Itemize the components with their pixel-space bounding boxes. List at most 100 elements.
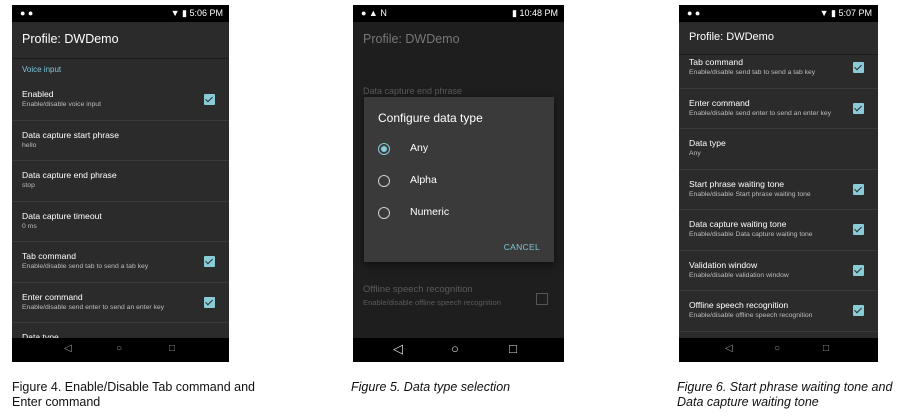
row-subtitle: Enable/disable send tab to send a tab ke… [689, 69, 816, 76]
page-title: Profile: DWDemo [689, 31, 774, 43]
checkbox-checked-icon[interactable] [204, 94, 215, 105]
checkbox-checked-icon[interactable] [853, 102, 864, 114]
back-icon[interactable]: ◁ [64, 343, 72, 354]
row-title: Data type [689, 138, 726, 148]
cancel-button[interactable]: CANCEL [504, 242, 540, 252]
figure-caption-5: Figure 5. Data type selection [351, 380, 511, 394]
checkbox-checked-icon[interactable] [853, 62, 864, 73]
row-title: Start phrase waiting tone [689, 178, 785, 189]
radio-option-alpha[interactable]: Alpha [378, 173, 538, 195]
settings-row[interactable]: Data capture timeout 0 ms [12, 202, 229, 242]
status-bar: ● ● ▼ ▮ 5:07 PM [679, 5, 878, 22]
back-icon[interactable]: ◁ [725, 343, 733, 354]
bg-checkbox [536, 293, 548, 305]
row-subtitle: Any [689, 150, 701, 157]
checkbox-checked-icon[interactable] [204, 296, 215, 308]
row-title: Data capture timeout [22, 210, 102, 221]
checkbox-checked-icon[interactable] [204, 256, 215, 267]
settings-list: Tab command Enable/disable send tab to se… [679, 55, 878, 338]
radio-unselected-icon [378, 175, 390, 187]
row-subtitle: Enable/disable send tab to send a tab ke… [22, 263, 149, 270]
settings-row[interactable]: Offline speech recognition Enable/disable… [679, 291, 878, 332]
settings-row[interactable]: Data capture waiting tone Enable/disable … [679, 210, 878, 251]
radio-option-any[interactable]: Any [378, 141, 538, 163]
checkbox-checked-icon[interactable] [853, 264, 864, 276]
settings-row[interactable]: Start phrase waiting tone Enable/disable … [679, 170, 878, 210]
checkbox-checked-icon[interactable] [853, 183, 864, 195]
row-title: Tab command [689, 57, 743, 67]
row-title: Data capture end phrase [22, 170, 117, 180]
radio-selected-icon [378, 143, 390, 155]
row-title: Offline speech recognition [689, 300, 789, 310]
row-title: Validation window [689, 259, 758, 270]
home-icon[interactable]: ○ [774, 343, 780, 354]
settings-list: Voice input Enabled Enable/disable voice … [12, 59, 229, 338]
row-subtitle: Enable/disable send enter to send an ent… [689, 109, 832, 117]
app-bar: Profile: DWDemo [679, 22, 878, 55]
page-title: Profile: DWDemo [363, 32, 460, 46]
row-title: Tab command [22, 251, 76, 261]
status-icons-left: ● ● [20, 8, 34, 18]
settings-row[interactable]: Data capture end phrase stop [12, 161, 229, 202]
row-subtitle: stop [22, 182, 35, 189]
dialog-title: Configure data type [378, 111, 483, 125]
settings-row[interactable]: Enter command Enable/disable send enter t… [12, 283, 229, 323]
row-title: Enabled [22, 89, 54, 99]
bg-offline-sub: Enable/disable offline speech recognitio… [363, 298, 501, 307]
app-bar: Profile: DWDemo [353, 22, 564, 59]
row-subtitle: Enable/disable validation window [689, 271, 789, 279]
bg-list-item: Data capture end phrase [363, 86, 463, 96]
option-label: Numeric [410, 206, 450, 218]
checkbox-checked-icon[interactable] [853, 305, 864, 316]
back-icon[interactable]: ◁ [393, 341, 403, 357]
nav-bar: ◁ ○ □ [679, 338, 878, 362]
settings-row[interactable]: Data type Any [679, 129, 878, 170]
row-title: Enter command [689, 97, 750, 108]
row-title: Data capture start phrase [22, 129, 119, 140]
page-title: Profile: DWDemo [22, 32, 119, 46]
bg-offline-title: Offline speech recognition [363, 284, 473, 295]
home-icon[interactable]: ○ [116, 343, 122, 354]
status-clock: ▼ ▮ 5:06 PM [170, 8, 223, 18]
section-header: Voice input [22, 65, 62, 74]
settings-row[interactable]: Tab command Enable/disable send tab to se… [12, 242, 229, 283]
phone-screenshot-2: ● ▲ N ▮ 10:48 PM Profile: DWDemo Data ca… [353, 5, 564, 362]
option-label: Any [410, 142, 429, 154]
app-bar: Profile: DWDemo [12, 22, 229, 59]
radio-unselected-icon [378, 207, 390, 219]
figure-caption-6: Figure 6. Start phrase waiting tone and … [677, 380, 893, 409]
row-subtitle: Enable/disable send enter to send an ent… [22, 303, 165, 311]
phone-screenshot-1: ● ● ▼ ▮ 5:06 PM Profile: DWDemo Voice in… [12, 5, 229, 362]
status-icons-left: ● ● [687, 8, 701, 18]
nav-bar: ◁ ○ □ [12, 338, 229, 362]
settings-row[interactable]: Validation window Enable/disable validati… [679, 251, 878, 291]
status-icons-left: ● ▲ N [361, 8, 387, 18]
home-icon[interactable]: ○ [451, 341, 459, 356]
row-subtitle: Enable/disable voice input [22, 101, 101, 108]
settings-row[interactable]: Data type [12, 323, 229, 338]
radio-option-numeric[interactable]: Numeric [378, 205, 538, 227]
recent-apps-icon[interactable]: □ [169, 343, 175, 354]
status-bar: ● ● ▼ ▮ 5:06 PM [12, 5, 229, 22]
configure-data-type-dialog: Configure data type Any Alpha Numeric CA… [364, 97, 554, 262]
figure-caption-4: Figure 4. Enable/Disable Tab command and… [12, 380, 255, 409]
checkbox-checked-icon[interactable] [853, 224, 864, 235]
row-title: Data capture waiting tone [689, 219, 787, 229]
row-subtitle: Enable/disable Start phrase waiting tone [689, 190, 811, 198]
status-bar: ● ▲ N ▮ 10:48 PM [353, 5, 564, 22]
settings-row[interactable]: Data capture start phrase hello [12, 121, 229, 161]
row-subtitle: Enable/disable offline speech recognitio… [689, 312, 813, 319]
row-subtitle: 0 ms [22, 222, 37, 230]
status-clock: ▮ 10:48 PM [512, 8, 558, 18]
phone-screenshot-3: ● ● ▼ ▮ 5:07 PM Profile: DWDemo Tab comm… [679, 5, 878, 362]
settings-row[interactable]: Enabled Enable/disable voice input [12, 80, 229, 121]
row-subtitle: Enable/disable Data capture waiting tone [689, 231, 813, 238]
recent-apps-icon[interactable]: □ [509, 341, 517, 356]
recent-apps-icon[interactable]: □ [823, 343, 829, 354]
settings-row[interactable]: Enter command Enable/disable send enter t… [679, 89, 878, 129]
option-label: Alpha [410, 174, 437, 186]
status-clock: ▼ ▮ 5:07 PM [819, 8, 872, 18]
row-title: Enter command [22, 291, 83, 302]
row-subtitle: hello [22, 141, 37, 149]
settings-row[interactable]: Tab command Enable/disable send tab to se… [679, 55, 878, 89]
